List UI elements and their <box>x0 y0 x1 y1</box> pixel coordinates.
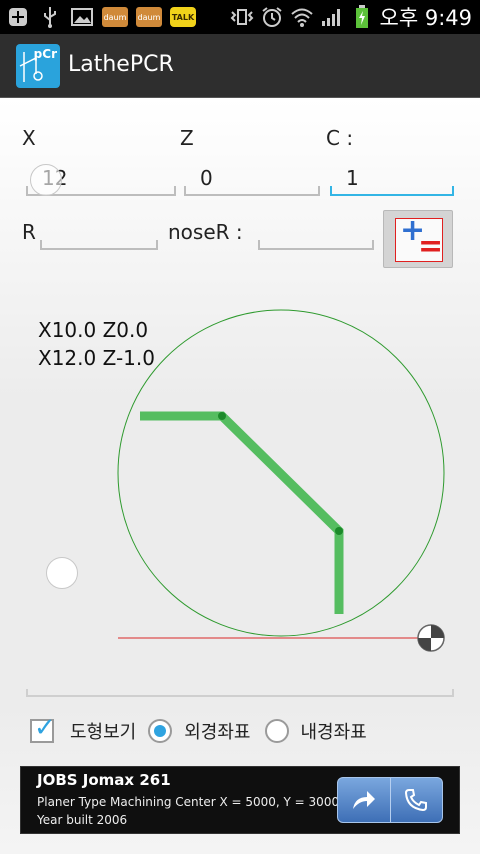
kakaotalk-icon: TALK <box>170 7 196 27</box>
c-label: C : <box>326 126 354 150</box>
daum-notification-icon: daum <box>102 7 128 27</box>
ad-title: JOBS Jomax 261 <box>37 771 171 789</box>
show-shape-checkbox[interactable]: ✓ <box>30 713 56 743</box>
tool-path <box>140 411 344 614</box>
path-point-1 <box>218 412 226 420</box>
inner-coords-radio[interactable] <box>264 719 289 743</box>
origin-icon <box>417 624 445 652</box>
wifi-icon <box>290 6 314 28</box>
ad-actions <box>337 777 443 823</box>
r-label: R <box>22 220 36 244</box>
status-time: 오후 9:49 <box>379 6 472 30</box>
inner-coords-label: 내경좌표 <box>300 722 367 743</box>
usb-icon <box>38 6 62 28</box>
vibrate-icon <box>230 6 254 28</box>
image-notification-icon <box>70 6 94 28</box>
show-shape-label: 도형보기 <box>70 722 137 743</box>
ad-share-button[interactable] <box>338 778 390 822</box>
ad-banner[interactable]: JOBS Jomax 261 Planer Type Machining Cen… <box>20 766 460 834</box>
add-notification-icon <box>6 6 30 28</box>
check-icon: ✓ <box>34 713 56 743</box>
daum-notification-icon-2: daum <box>136 7 162 27</box>
outer-coords-label: 외경좌표 <box>184 722 251 743</box>
app-logo-text: pCr <box>33 47 57 61</box>
battery-charging-icon <box>350 5 374 28</box>
options-row: ✓ 도형보기 외경좌표 내경좌표 <box>30 713 381 746</box>
phone-icon <box>405 789 428 812</box>
signal-icon <box>320 6 344 28</box>
calculate-icon: + = <box>395 213 444 264</box>
alarm-icon <box>260 6 284 28</box>
drawing-canvas <box>117 309 445 652</box>
ad-description: Planer Type Machining Center X = 5000, Y… <box>37 795 343 827</box>
z-input[interactable]: 0 <box>184 164 320 196</box>
action-bar: pCr LathePCR <box>0 34 480 98</box>
app-logo-icon: pCr <box>16 44 60 88</box>
r-input[interactable] <box>40 218 158 250</box>
scroll-indicator[interactable] <box>46 557 78 589</box>
z-label: Z <box>180 126 194 150</box>
scroll-handle[interactable] <box>30 164 62 196</box>
ad-call-button[interactable] <box>389 778 443 822</box>
status-bar: daum daum TALK 오후 9:49 <box>0 0 480 34</box>
c-input[interactable]: 1 <box>330 164 454 196</box>
share-arrow-icon <box>352 791 375 809</box>
calculate-button[interactable]: + = <box>383 210 453 268</box>
x-label: X <box>22 126 36 150</box>
bottom-divider <box>26 689 454 697</box>
main-content: X Z C : 12 0 1 R noseR : + = X10.0 Z0.0 … <box>0 98 480 854</box>
nose-r-label: noseR : <box>168 220 243 244</box>
outer-coords-radio[interactable] <box>148 719 173 743</box>
equals-sign: = <box>418 229 444 264</box>
path-point-2 <box>335 527 343 535</box>
app-title: LathePCR <box>68 52 174 77</box>
nose-r-input[interactable] <box>258 218 374 250</box>
